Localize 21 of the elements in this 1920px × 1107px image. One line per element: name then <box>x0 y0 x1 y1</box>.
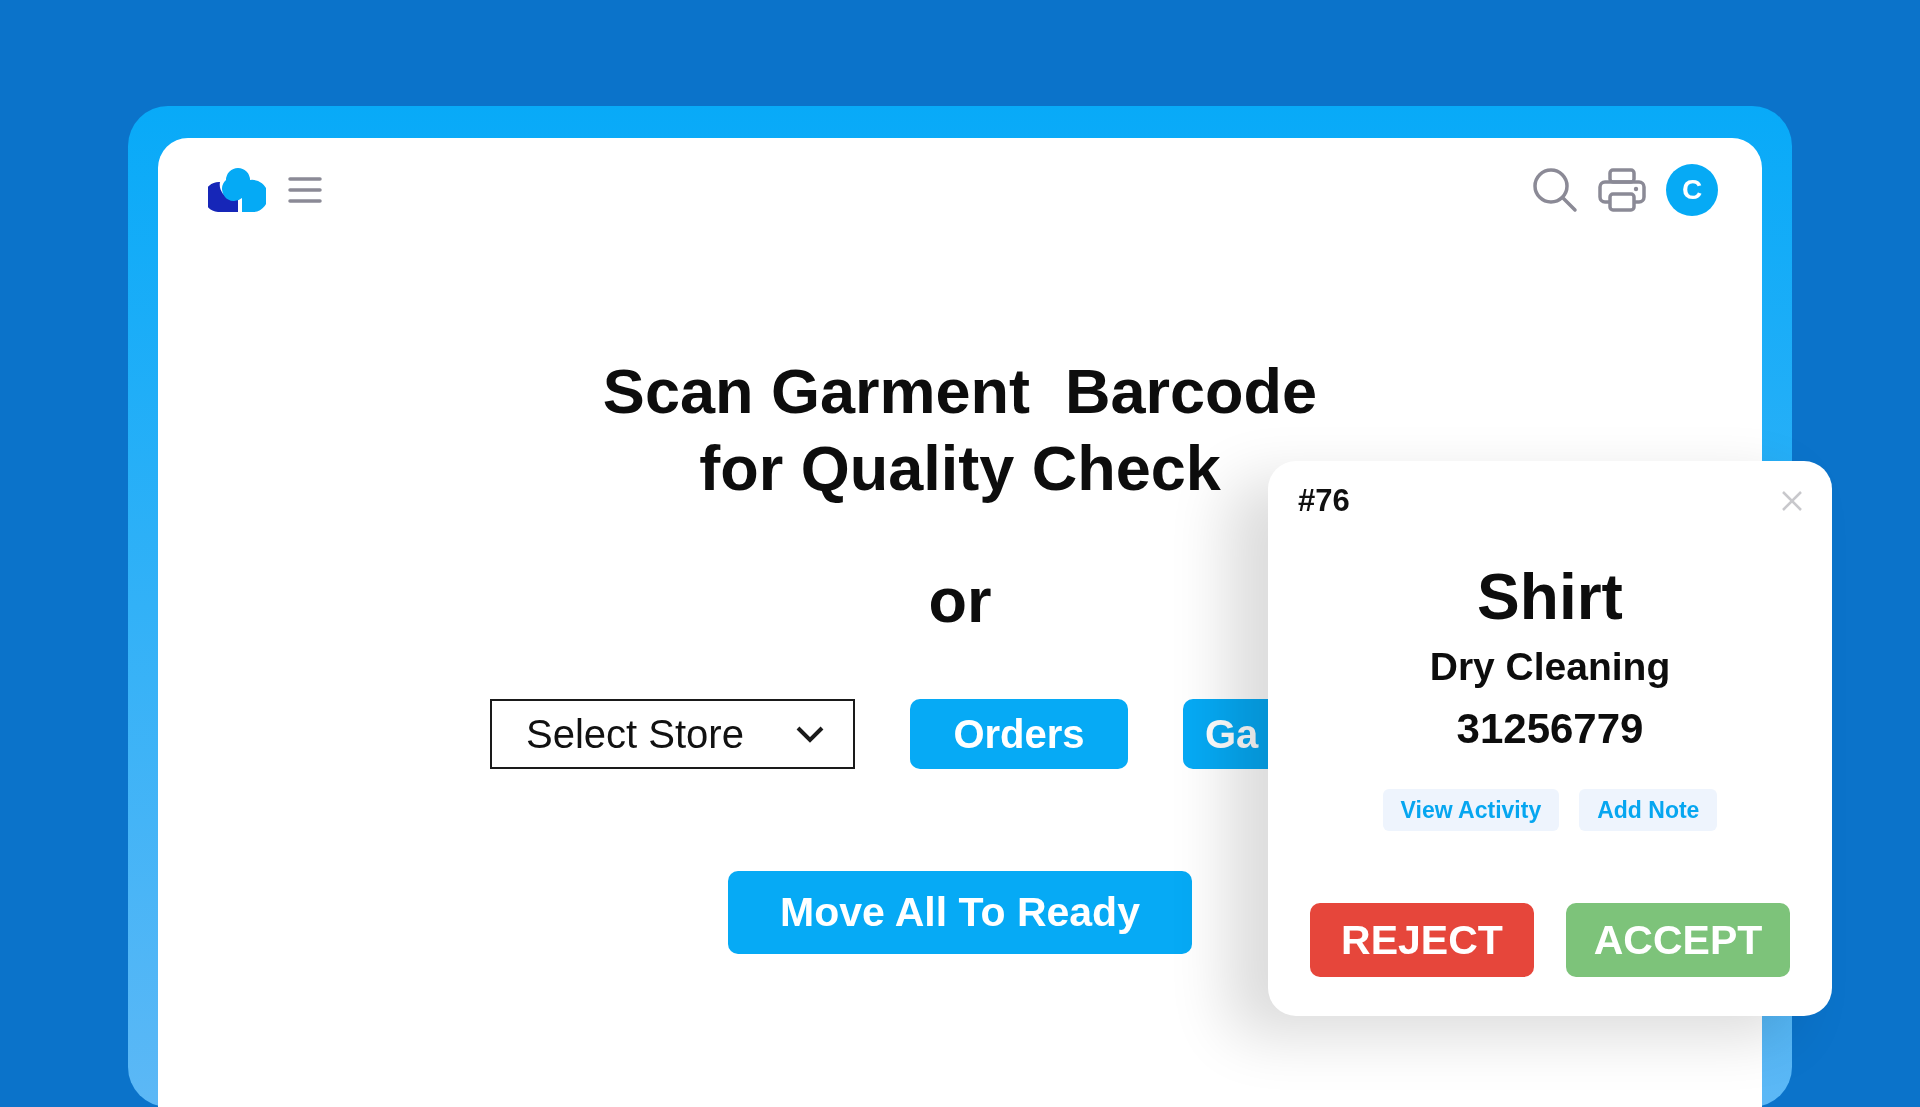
printer-icon[interactable] <box>1598 168 1646 212</box>
move-all-to-ready-button[interactable]: Move All To Ready <box>728 871 1192 954</box>
garment-name: Shirt <box>1477 560 1623 635</box>
page-heading: for Quality Check <box>699 432 1221 505</box>
reject-button[interactable]: REJECT <box>1310 903 1534 977</box>
or-separator: or <box>928 565 992 635</box>
orders-button[interactable]: Orders <box>910 699 1128 769</box>
store-select[interactable]: Select Store <box>490 699 855 769</box>
accept-button[interactable]: ACCEPT <box>1566 903 1790 977</box>
order-number: #76 <box>1298 483 1350 519</box>
link-button[interactable]: Add Note <box>1579 789 1718 831</box>
user-avatar[interactable]: C <box>1666 164 1718 216</box>
service-type: Dry Cleaning <box>1429 644 1671 690</box>
barcode-number: 31256779 <box>1456 704 1644 754</box>
page-heading: Scan Garment Barcode <box>602 355 1318 428</box>
menu-icon[interactable] <box>288 176 322 204</box>
chevron-down-icon <box>795 725 825 743</box>
action-button[interactable]: Ga <box>1183 699 1268 769</box>
link-button[interactable]: View Activity <box>1382 789 1560 831</box>
search-icon[interactable] <box>1532 167 1578 213</box>
cloud-logo-icon <box>208 168 266 212</box>
